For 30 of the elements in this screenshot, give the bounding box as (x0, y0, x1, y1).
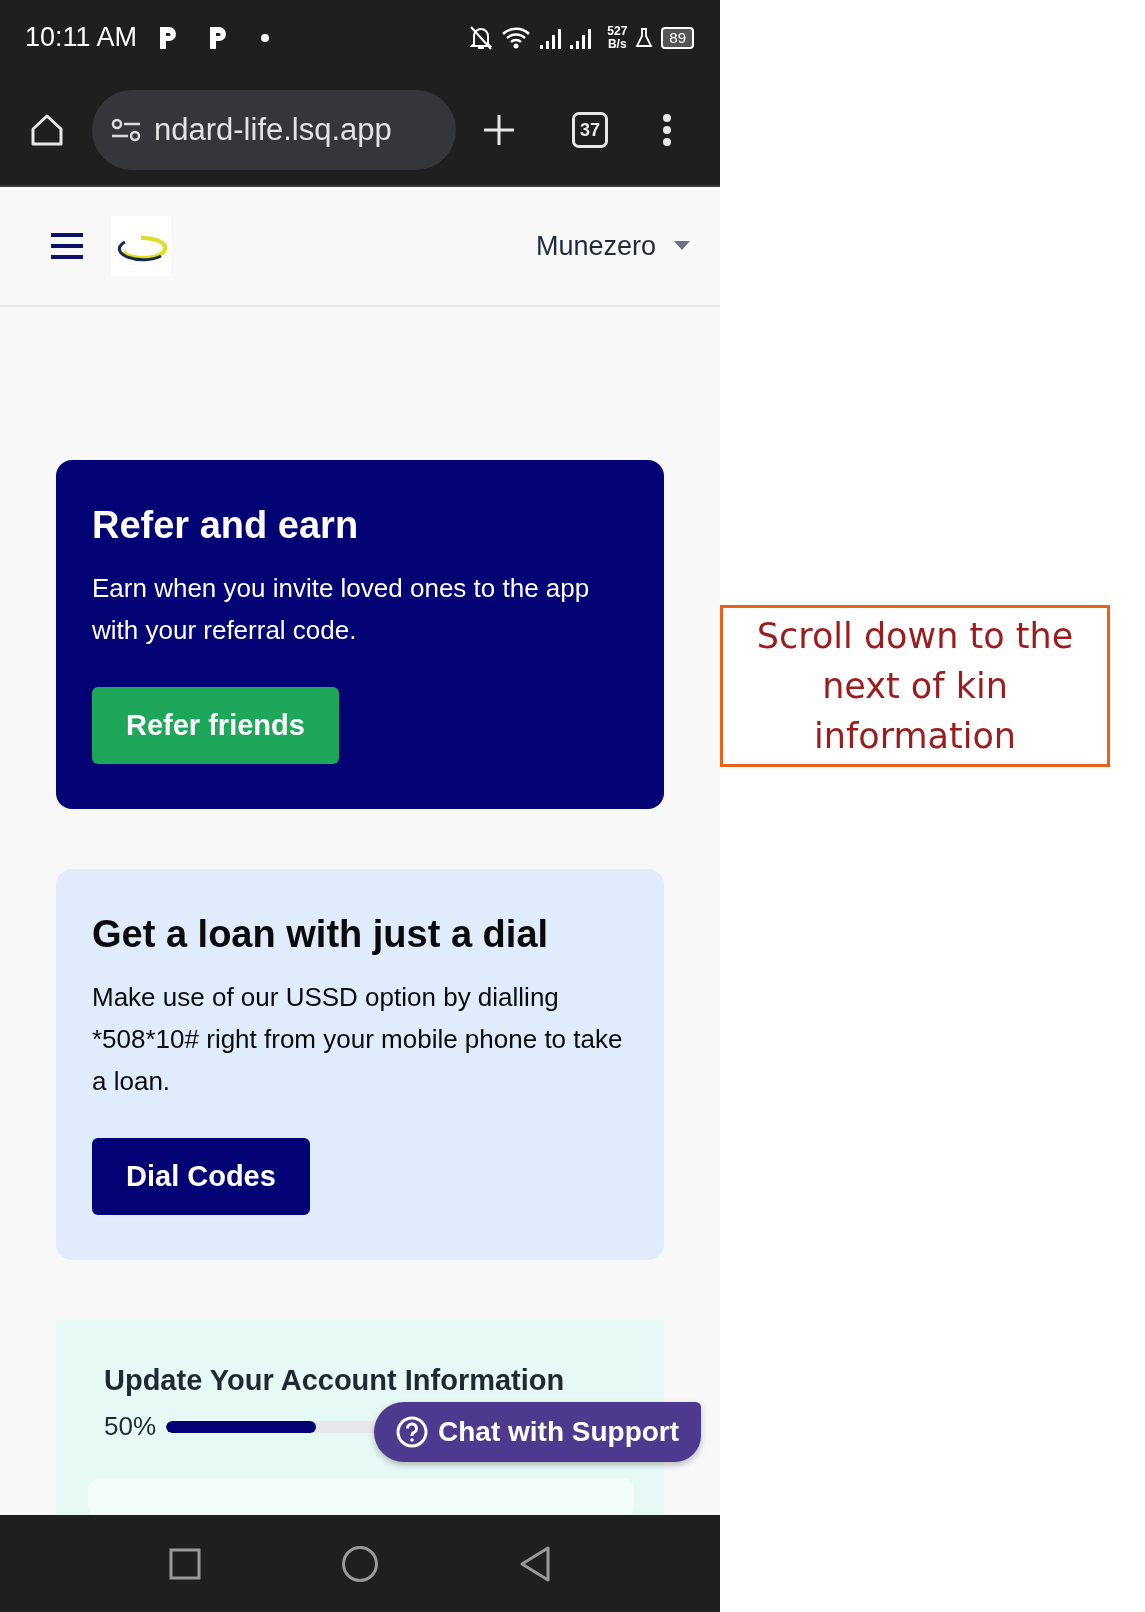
wifi-icon (501, 25, 532, 50)
back-icon[interactable] (519, 1545, 551, 1582)
annotation-note: Scroll down to the next of kin information (720, 605, 1110, 767)
logo-icon (111, 216, 171, 276)
new-tab-icon[interactable] (482, 113, 516, 147)
home-nav-icon[interactable] (341, 1544, 379, 1583)
flask-icon (635, 26, 654, 49)
user-menu[interactable]: Munezero (535, 230, 690, 262)
tab-count-button[interactable]: 37 (572, 112, 608, 148)
network-speed-unit: B/s (607, 37, 627, 51)
recent-apps-icon[interactable] (169, 1547, 201, 1580)
menu-icon[interactable] (51, 232, 83, 260)
network-speed: 527 (607, 24, 628, 38)
dot-icon (261, 33, 270, 42)
site-settings-icon[interactable] (110, 117, 142, 143)
dial-codes-button[interactable]: Dial Codes (92, 1138, 310, 1215)
more-menu-icon[interactable] (662, 113, 672, 147)
chat-support-button[interactable]: Chat with Support (374, 1402, 702, 1462)
card-text: Make use of our USSD option by dialling *508*10# right from your mobile phone to take a loan. (92, 981, 624, 1098)
battery-indicator: 89 (661, 26, 694, 49)
card-title: Update Your Account Information (104, 1364, 566, 1397)
card-title: Get a loan with just a dial (92, 913, 550, 956)
card-text: Earn when you invite loved ones to the app with your referral code. (92, 572, 591, 647)
address-bar[interactable]: ndard-life.lsq.app (92, 90, 456, 170)
help-icon (396, 1416, 428, 1448)
bell-off-icon (469, 24, 494, 51)
progress-percent: 50% (104, 1411, 157, 1442)
status-time: 10:11 AM (25, 22, 138, 53)
card-title: Refer and earn (92, 504, 360, 547)
caret-icon (674, 241, 690, 251)
